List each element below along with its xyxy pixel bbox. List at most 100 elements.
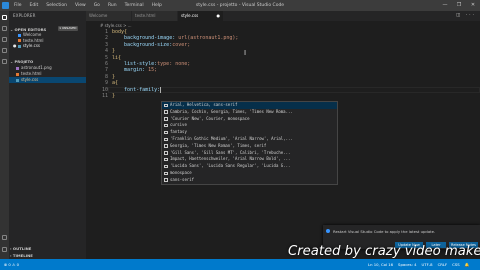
suggestion-item[interactable]: 'Franklin Gothic Medium', 'Arial Narrow'…: [162, 136, 337, 143]
value-icon: [164, 164, 168, 169]
code-token-val: 15;: [145, 67, 158, 74]
value-icon: [164, 110, 168, 114]
notification-text: Restart Visual Studio Code to apply the …: [333, 229, 436, 234]
code-line[interactable]: margin: 15;: [112, 67, 157, 73]
explorer-sidebar: EXPLORER ⌄ OPEN EDITORS 1 UNSAVED Welcom…: [9, 11, 86, 259]
suggestion-label: fantasy: [170, 129, 187, 135]
value-icon: [164, 178, 168, 182]
code-line[interactable]: }: [112, 93, 115, 99]
suggestion-label: Arial, Helvetica, sans-serif: [170, 102, 238, 107]
line-ending[interactable]: CRLF: [438, 259, 448, 270]
code-token-prop: font-family:: [112, 86, 161, 93]
menu-edit[interactable]: Edit: [30, 0, 39, 11]
open-editor-style-css[interactable]: ● style.css: [9, 43, 86, 49]
suggestion-item[interactable]: sans-serif: [162, 177, 337, 184]
vscode-file-icon: [18, 33, 21, 37]
menu-file[interactable]: File: [14, 0, 22, 11]
suggestion-item[interactable]: 'Lucida Sans', 'Lucida Sans Regular', 'L…: [162, 163, 337, 170]
image-file-icon: [16, 66, 19, 70]
menu-help[interactable]: Help: [152, 0, 162, 11]
value-icon: [164, 157, 168, 162]
file-teste-html[interactable]: teste.html: [9, 71, 86, 77]
timeline-header[interactable]: › TIMELINE: [10, 253, 33, 258]
value-icon: [164, 144, 168, 148]
minimize-button[interactable]: —: [438, 0, 452, 11]
unsaved-dot-icon[interactable]: ●: [217, 11, 221, 21]
title-bar: style.css - projetto - Visual Studio Cod…: [0, 0, 480, 11]
value-icon: [164, 151, 168, 155]
maximize-button[interactable]: ❐: [452, 0, 466, 11]
problems-indicator[interactable]: ⊗ 0 ⚠ 0: [4, 259, 19, 270]
close-window-button[interactable]: ✕: [466, 0, 480, 11]
suggestion-item[interactable]: Arial, Helvetica, sans-serif: [162, 102, 337, 109]
indentation[interactable]: Spaces: 4: [398, 259, 416, 270]
html-file-icon: [18, 39, 21, 42]
suggestion-item[interactable]: cursive: [162, 122, 337, 129]
suggestion-item[interactable]: 'Courier New', Courier, monospace: [162, 116, 337, 123]
source-control-icon[interactable]: [2, 37, 7, 42]
code-line[interactable]: font-family:: [112, 87, 160, 93]
info-icon: [326, 229, 330, 233]
tab-style-css[interactable]: style.css ●: [178, 11, 224, 21]
value-icon: [164, 103, 168, 108]
file-style-css[interactable]: style.css: [9, 77, 86, 83]
code-token-prop: background-size:: [112, 41, 173, 48]
search-icon[interactable]: [2, 26, 7, 31]
project-folder-header[interactable]: ⌄ PROJETO: [10, 59, 33, 64]
menu-selection[interactable]: Selection: [46, 0, 67, 11]
suggestion-item[interactable]: fantasy: [162, 129, 337, 136]
code-token-val: url(astronaut1.png);: [175, 35, 239, 42]
tab-welcome[interactable]: Welcome: [86, 11, 132, 21]
menu-bar: File Edit Selection View Go Run Terminal…: [14, 0, 170, 11]
sidebar-title: EXPLORER: [13, 13, 36, 18]
code-token-sel: body{: [112, 29, 128, 35]
suggestion-widget[interactable]: Arial, Helvetica, sans-serif Cambria, Coc…: [161, 101, 338, 185]
suggestion-item[interactable]: Impact, Haettenschweiler, 'Arial Narrow …: [162, 156, 337, 163]
code-token-prop: background-image:: [112, 35, 176, 42]
menu-view[interactable]: View: [75, 0, 86, 11]
gear-icon[interactable]: [2, 247, 7, 252]
suggestion-item[interactable]: Cambria, Cochin, Georgia, Times, 'Times …: [162, 109, 337, 116]
code-token-prop: list-style:: [112, 61, 158, 67]
explorer-icon[interactable]: [2, 15, 7, 20]
tab-teste-html[interactable]: teste.html: [132, 11, 178, 21]
suggestion-label: 'Franklin Gothic Medium', 'Arial Narrow'…: [170, 136, 293, 141]
language-mode[interactable]: CSS: [452, 259, 459, 270]
editor-actions[interactable]: ◫ ···: [456, 11, 476, 21]
code-token-sel: }: [112, 48, 116, 55]
run-debug-icon[interactable]: [2, 48, 7, 53]
code-token-val: type: none;: [157, 61, 191, 67]
file-astronaut1-png[interactable]: astronaut1.png: [9, 65, 86, 71]
line-number: 11: [101, 93, 108, 99]
encoding[interactable]: UTF-8: [422, 259, 433, 270]
suggestion-label: sans-serif: [170, 176, 195, 182]
code-token-sel: a{: [112, 80, 119, 87]
suggestion-item[interactable]: Georgia, 'Times New Roman', Times, serif: [162, 143, 337, 150]
breadcrumb[interactable]: # style.css > ...: [100, 23, 132, 28]
activity-bar: [0, 11, 9, 259]
suggestion-label: Cambria, Cochin, Georgia, Times, 'Times …: [170, 108, 293, 114]
notifications-bell-icon[interactable]: 🔔: [465, 259, 470, 270]
css-file-icon: [17, 44, 21, 48]
menu-go[interactable]: Go: [94, 0, 100, 11]
outline-header[interactable]: › OUTLINE: [10, 246, 31, 251]
suggestion-label: monospace: [170, 170, 192, 175]
css-file-icon: [16, 78, 19, 82]
unsaved-badge: 1 UNSAVED: [57, 26, 78, 31]
suggestion-item[interactable]: 'Gill Sans', 'Gill Sans MT', Calibri, 'T…: [162, 150, 337, 157]
text-caret: [160, 86, 161, 93]
cursor-position[interactable]: Ln 10, Col 16: [368, 259, 393, 270]
suggestion-label: cursive: [170, 122, 187, 128]
code-line[interactable]: background-size:cover;: [112, 42, 190, 48]
code-token-prop: margin:: [112, 67, 146, 74]
watermark-text: Created by crazy video maker 2: [288, 244, 480, 259]
menu-run[interactable]: Run: [108, 0, 117, 11]
code-token-sel: }: [112, 73, 116, 80]
extensions-icon[interactable]: [2, 59, 7, 64]
account-icon[interactable]: [2, 235, 7, 240]
suggestion-label: 'Courier New', Courier, monospace: [170, 115, 250, 121]
code-token-val: cover;: [172, 41, 191, 48]
suggestion-item[interactable]: monospace: [162, 170, 337, 177]
suggestion-label: 'Lucida Sans', 'Lucida Sans Regular', 'L…: [170, 163, 291, 169]
menu-terminal[interactable]: Terminal: [125, 0, 144, 11]
